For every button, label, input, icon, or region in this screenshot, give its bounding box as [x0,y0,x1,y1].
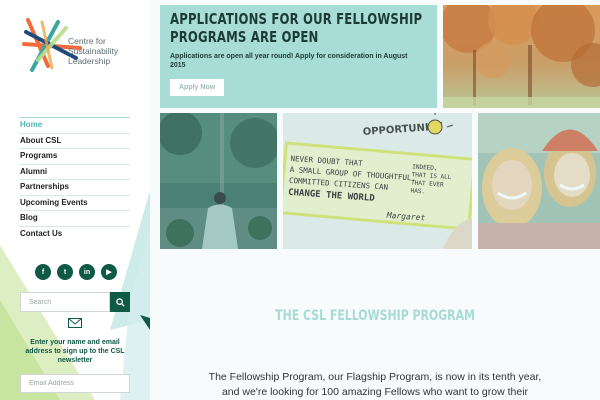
hero-photo-trees [443,5,600,108]
nav-item-home[interactable]: Home [20,117,130,133]
nav-item-partnerships[interactable]: Partnerships [20,179,130,195]
youtube-icon[interactable]: ▶ [101,264,117,280]
nav-item-alumni[interactable]: Alumni [20,163,130,180]
photo-tile-forest [160,113,277,249]
forest-image [160,113,277,249]
search-input[interactable] [20,292,110,312]
social-links: f t in ▶ [35,264,117,280]
hero-subtitle: Applications are open all year round! Ap… [170,53,408,69]
logo-text: Centre for Sustainability Leadership [68,36,118,66]
photo-tile-whiteboard: OPPORTUNITY NEVER DOUBT THAT A SMALL GRO… [283,113,472,249]
nav-item-upcoming-events[interactable]: Upcoming Events [20,194,130,211]
hero-title-line: APPLICATIONS FOR OUR FELLOWSHIP [170,10,423,28]
logo-line: Leadership [68,56,111,66]
nav-item-programs[interactable]: Programs [20,148,130,164]
nav-item-blog[interactable]: Blog [20,210,130,226]
twitter-icon[interactable]: t [57,264,73,280]
envelope-icon [68,318,82,328]
linkedin-icon[interactable]: in [79,264,95,280]
email-field[interactable] [20,374,130,393]
section-title: THE CSL FELLOWSHIP PROGRAM [150,308,600,324]
whiteboard-image: OPPORTUNITY NEVER DOUBT THAT A SMALL GRO… [283,113,472,249]
hero-banner: APPLICATIONS FOR OUR FELLOWSHIP PROGRAMS… [160,5,437,108]
nav-item-contact[interactable]: Contact Us [20,225,130,242]
people-image [478,113,600,249]
logo-line: Centre for [68,36,106,46]
search-form [20,292,130,312]
hero-title: APPLICATIONS FOR OUR FELLOWSHIP PROGRAMS… [170,10,427,46]
search-icon [115,297,125,307]
main-content: APPLICATIONS FOR OUR FELLOWSHIP PROGRAMS… [150,0,600,400]
search-button[interactable] [110,292,130,312]
hero-title-line: PROGRAMS ARE OPEN [170,28,319,46]
apply-now-button[interactable]: Apply Now [170,79,225,96]
facebook-icon[interactable]: f [35,264,51,280]
main-nav: Home About CSL Programs Alumni Partnersh… [20,117,130,241]
photo-tile-people [478,113,600,249]
newsletter-text: Enter your name and email address to sig… [25,339,125,364]
nav-item-about[interactable]: About CSL [20,132,130,149]
logo-line: Sustainability [68,46,119,56]
sidebar: Centre for Sustainability Leadership Hom… [0,0,150,400]
section-body: The Fellowship Program, our Flagship Pro… [208,371,542,398]
section-title-text: THE CSL FELLOWSHIP PROGRAM [275,308,475,324]
